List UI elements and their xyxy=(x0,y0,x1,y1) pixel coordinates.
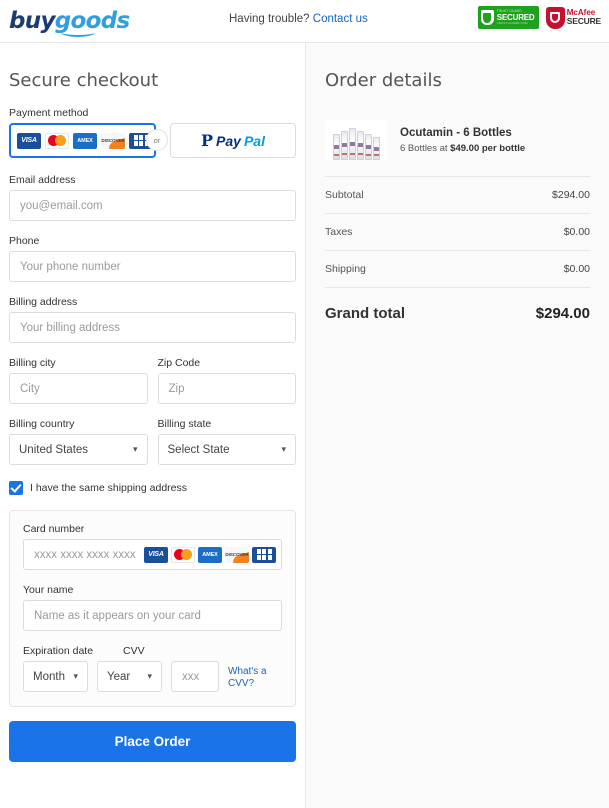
expiration-cvv-row: Month ▾ Year ▾ xxx What's a CVV? xyxy=(23,661,282,692)
zip-code-input[interactable]: Zip xyxy=(157,373,296,404)
grand-total-value: $294.00 xyxy=(535,305,590,322)
billing-state-label: Billing state xyxy=(157,418,212,430)
expiration-year-select[interactable]: Year ▾ xyxy=(97,661,162,692)
order-row-taxes: Taxes $0.00 xyxy=(325,213,590,250)
grand-total-label: Grand total xyxy=(325,305,406,322)
mastercard-icon xyxy=(171,546,195,563)
phone-label: Phone xyxy=(9,235,40,247)
payment-method-selector: VISA AMEX DISCOVER or P Pay Pal xyxy=(9,123,296,158)
billing-state-value: Select State xyxy=(167,443,230,456)
billing-country-label: Billing country xyxy=(9,418,75,430)
expiration-month-value: Month xyxy=(33,670,65,683)
email-label: Email address xyxy=(9,174,76,186)
order-row-value: $0.00 xyxy=(563,263,590,275)
chevron-down-icon: ▾ xyxy=(132,444,138,454)
amex-icon: AMEX xyxy=(73,132,97,149)
card-brand-icons: VISA AMEX DISCOVER xyxy=(144,546,276,563)
discover-icon: DISCOVER xyxy=(225,546,249,563)
whats-a-cvv-link[interactable]: What's a CVV? xyxy=(228,666,270,689)
shield-icon xyxy=(480,10,494,25)
same-shipping-address-row[interactable]: I have the same shipping address xyxy=(9,481,296,495)
product-unit-price: $49.00 xyxy=(450,142,480,154)
payment-or-separator: or xyxy=(146,129,168,151)
billing-address-label: Billing address xyxy=(9,296,78,308)
mastercard-icon xyxy=(45,132,69,149)
order-row-value: $294.00 xyxy=(552,189,590,201)
card-number-wrapper: xxxx xxxx xxxx xxxx VISA AMEX DISCOVER xyxy=(23,539,282,570)
product-detail: 6 Bottles at $49.00 per bottle xyxy=(400,143,525,154)
cvv-input[interactable]: xxx xyxy=(171,661,219,692)
paypal-text-pay: Pay xyxy=(216,132,241,149)
visa-icon: VISA xyxy=(144,546,168,563)
chevron-down-icon: ▾ xyxy=(73,671,78,681)
cvv-label: CVV xyxy=(123,645,145,657)
card-number-label: Card number xyxy=(23,523,85,535)
order-row-label: Shipping xyxy=(325,263,366,275)
billing-city-input[interactable]: City xyxy=(9,373,148,404)
security-badges: TRUST GUARD SECURED TRUST-GUARD.COM McAf… xyxy=(477,6,601,29)
product-thumbnail xyxy=(325,120,387,160)
billing-country-value: United States xyxy=(19,443,89,456)
same-shipping-label: I have the same shipping address xyxy=(30,482,188,494)
expiration-date-label: Expiration date xyxy=(23,645,94,657)
expiration-year-value: Year xyxy=(107,670,131,683)
page-header: buy goods Having trouble? Contact us TRUS… xyxy=(0,0,609,43)
order-product-row: Ocutamin - 6 Bottles 6 Bottles at $49.00… xyxy=(325,120,590,176)
order-row-grand-total: Grand total $294.00 xyxy=(325,287,590,339)
zip-code-label: Zip Code xyxy=(157,357,201,369)
buygoods-logo[interactable]: buy goods xyxy=(9,8,130,37)
your-name-label: Your name xyxy=(23,584,74,596)
phone-input[interactable]: Your phone number xyxy=(9,251,296,282)
order-row-value: $0.00 xyxy=(563,226,590,238)
discover-icon: DISCOVER xyxy=(101,132,125,149)
card-details-panel: Card number xxxx xxxx xxxx xxxx VISA AME… xyxy=(9,510,296,707)
payment-option-paypal[interactable]: P Pay Pal xyxy=(170,123,296,158)
order-row-label: Taxes xyxy=(325,226,353,238)
billing-city-label: Billing city xyxy=(9,357,56,369)
paypal-mark-icon: P xyxy=(201,130,214,150)
same-shipping-checkbox[interactable] xyxy=(9,481,23,495)
jcb-icon xyxy=(252,546,276,563)
billing-country-select[interactable]: United States ▾ xyxy=(9,434,148,465)
email-input[interactable]: you@email.com xyxy=(9,190,296,221)
your-name-input[interactable]: Name as it appears on your card xyxy=(23,600,282,631)
chevron-down-icon: ▾ xyxy=(147,671,152,681)
order-row-subtotal: Subtotal $294.00 xyxy=(325,176,590,213)
order-row-shipping: Shipping $0.00 xyxy=(325,250,590,287)
product-name: Ocutamin - 6 Bottles xyxy=(400,126,512,139)
order-details-title: Order details xyxy=(325,70,442,91)
trust-badge-bottom: TRUST-GUARD.COM xyxy=(496,20,528,25)
checkout-form-column: Secure checkout Payment method VISA AMEX… xyxy=(0,43,305,808)
chevron-down-icon: ▾ xyxy=(281,444,286,454)
order-row-label: Subtotal xyxy=(325,189,364,201)
order-details-column: Order details Ocutamin - 6 Bottles 6 Bot… xyxy=(305,43,609,808)
visa-icon: VISA xyxy=(17,132,41,149)
logo-text-buy: buy xyxy=(9,8,55,34)
paypal-text-pal: Pal xyxy=(243,132,265,149)
expiration-month-select[interactable]: Month ▾ xyxy=(23,661,88,692)
product-info: Ocutamin - 6 Bottles 6 Bottles at $49.00… xyxy=(400,127,525,154)
mcafee-secure-badge[interactable]: McAfee SECURE xyxy=(545,6,601,29)
help-text-label: Having trouble? xyxy=(229,13,310,25)
mcafee-shield-icon xyxy=(545,6,565,29)
mcafee-badge-line2: SECURE xyxy=(566,16,601,27)
page-title: Secure checkout xyxy=(9,70,159,91)
product-detail-suffix: per bottle xyxy=(479,142,526,154)
page-body: Secure checkout Payment method VISA AMEX… xyxy=(0,43,609,808)
billing-state-select[interactable]: Select State ▾ xyxy=(157,434,296,465)
payment-option-card[interactable]: VISA AMEX DISCOVER xyxy=(9,123,156,158)
payment-method-label: Payment method xyxy=(9,107,89,119)
checkout-page: buy goods Having trouble? Contact us TRUS… xyxy=(0,0,609,808)
logo-swoosh-icon xyxy=(61,28,95,37)
product-detail-prefix: 6 Bottles at xyxy=(400,142,451,154)
paypal-logo-icon: P Pay Pal xyxy=(201,130,265,150)
amex-icon: AMEX xyxy=(198,546,222,563)
contact-us-link[interactable]: Contact us xyxy=(313,13,368,25)
billing-address-input[interactable]: Your billing address xyxy=(9,312,296,343)
place-order-button[interactable]: Place Order xyxy=(9,721,296,762)
trust-guard-badge[interactable]: TRUST GUARD SECURED TRUST-GUARD.COM xyxy=(477,6,539,29)
help-text: Having trouble? Contact us xyxy=(229,13,368,25)
